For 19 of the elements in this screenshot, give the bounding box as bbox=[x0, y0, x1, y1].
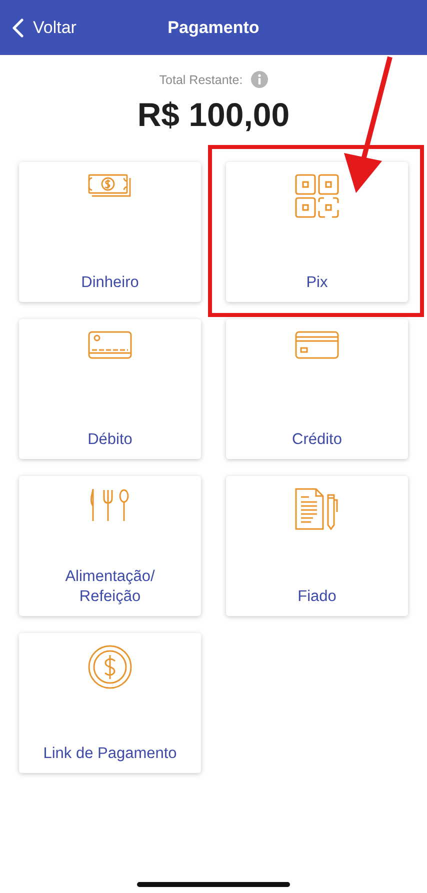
payment-option-card[interactable]: Débito bbox=[19, 319, 201, 459]
payment-option-card[interactable]: Fiado bbox=[226, 476, 408, 616]
total-label: Total Restante: bbox=[159, 72, 243, 86]
payment-option-card[interactable]: Dinheiro bbox=[19, 162, 201, 302]
payment-option-card[interactable]: Link de Pagamento bbox=[19, 633, 201, 773]
qr-code-icon bbox=[295, 174, 339, 218]
document-pen-icon bbox=[295, 488, 339, 530]
chevron-left-icon bbox=[12, 18, 24, 38]
info-icon[interactable] bbox=[250, 71, 268, 88]
total-amount: R$ 100,00 bbox=[137, 96, 290, 134]
back-button[interactable]: Voltar bbox=[0, 18, 76, 38]
dollar-coin-icon bbox=[88, 645, 132, 689]
card-icon bbox=[88, 331, 132, 359]
screen-title: Pagamento bbox=[168, 18, 260, 38]
payment-option-card[interactable]: Crédito bbox=[226, 319, 408, 459]
banknote-icon bbox=[88, 174, 132, 198]
card-icon bbox=[295, 331, 339, 359]
payment-option-card[interactable]: Pix bbox=[226, 162, 408, 302]
payment-option-card[interactable]: Alimentação/ Refeição bbox=[19, 476, 201, 616]
